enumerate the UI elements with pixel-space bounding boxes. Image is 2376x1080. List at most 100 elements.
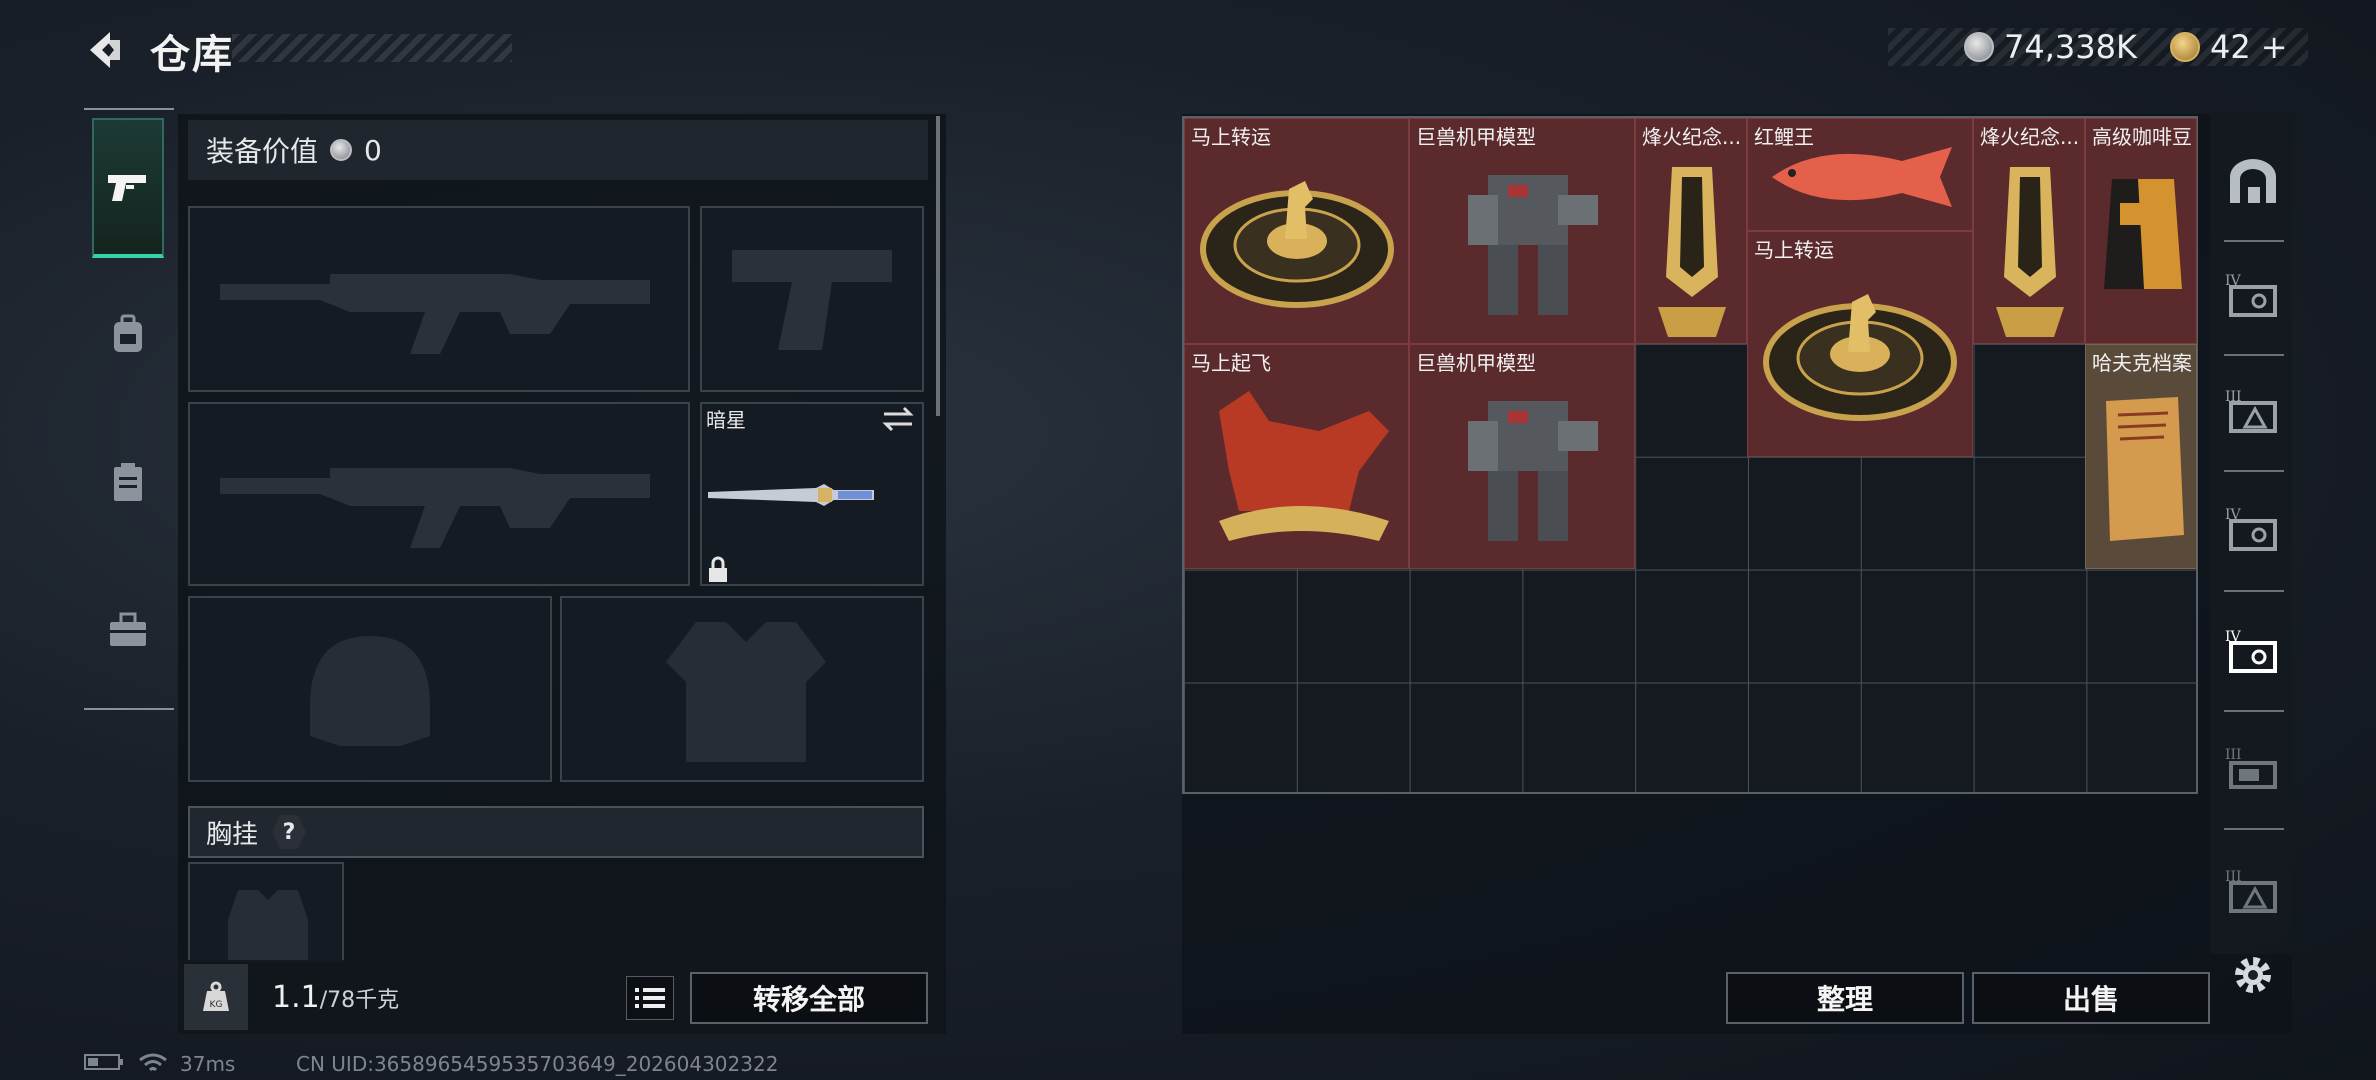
item-mech-model-2[interactable]: 巨兽机甲模型 <box>1409 344 1635 569</box>
item-haavk-dossier[interactable]: 哈夫克档案 <box>2085 344 2197 569</box>
coffee-bag-icon <box>2104 179 2182 289</box>
equipment-scrollbar[interactable] <box>936 116 940 416</box>
item-soaring-horse[interactable]: 马上起飞 <box>1184 344 1409 569</box>
item-premium-coffee[interactable]: 高级咖啡豆 <box>2085 118 2197 344</box>
toolbox-icon <box>110 612 146 646</box>
silver-currency: 74,338K <box>1964 28 2137 66</box>
silver-amount: 74,338K <box>2004 28 2137 66</box>
dossier-icon <box>2106 397 2184 541</box>
tab-storage-1[interactable]: IV <box>2218 240 2288 350</box>
back-button[interactable] <box>80 26 128 74</box>
nav-clipboard[interactable] <box>92 412 164 552</box>
sidenav-bottom-divider <box>84 708 174 710</box>
pistol-silhouette-icon <box>732 250 892 350</box>
knife-darkstar-icon <box>708 484 874 506</box>
storage-box-icon: III <box>2225 747 2277 789</box>
equipment-value-label: 装备价值 <box>206 135 319 168</box>
item-label: 马上起飞 <box>1191 351 1271 375</box>
horse-fortune-disc-icon <box>1763 294 1957 421</box>
weight-icon: KG <box>184 964 248 1030</box>
sidenav-top-divider <box>84 108 174 110</box>
sell-button[interactable]: 出售 <box>1972 972 2210 1024</box>
gold-currency[interactable]: 42 + <box>2170 28 2288 66</box>
settings-gear-icon[interactable] <box>2228 950 2278 1000</box>
nav-toolbox[interactable] <box>92 560 164 700</box>
storage-box-icon: IV <box>2225 273 2277 317</box>
weight-readout: 1.1/78千克 <box>272 980 399 1015</box>
tab-divider <box>2224 828 2284 830</box>
battery-icon <box>84 1052 124 1076</box>
item-red-carp[interactable]: 红鲤王 <box>1747 118 1973 231</box>
gold-amount: 42 <box>2210 28 2251 66</box>
gold-trophy-icon <box>1996 167 2064 337</box>
equipment-value-bar: 装备价值 0 <box>188 120 928 180</box>
item-label: 马上转运 <box>1754 238 1834 262</box>
rifle-silhouette-icon <box>220 274 650 354</box>
storage-box-icon: IV <box>2225 629 2277 673</box>
wifi-icon <box>138 1052 168 1079</box>
sidearm-slot[interactable] <box>700 206 924 392</box>
chest-rig-silhouette-icon <box>228 890 308 960</box>
item-mech-model-1[interactable]: 巨兽机甲模型 <box>1409 118 1635 344</box>
transfer-all-button[interactable]: 转移全部 <box>690 972 928 1024</box>
item-beacon-trophy-2[interactable]: 烽火纪念... <box>1973 118 2085 344</box>
secondary-weapon-slot[interactable] <box>188 402 690 586</box>
pistol-icon <box>108 175 146 201</box>
tab-storage-6[interactable]: III <box>2218 836 2288 946</box>
storage-box-icon: III <box>2225 389 2277 433</box>
helmet-silhouette-icon <box>310 636 430 746</box>
arch-storage-icon <box>2230 159 2276 203</box>
silver-coin-icon <box>1964 32 1994 62</box>
list-icon <box>635 988 665 1008</box>
tab-storage-3[interactable]: IV <box>2218 474 2288 584</box>
user-uid: CN UID:3658965459535703649_202604302322 <box>296 1052 779 1076</box>
tab-all-storage[interactable] <box>2218 126 2288 236</box>
nav-backpack[interactable] <box>92 264 164 404</box>
swap-icon[interactable] <box>880 404 916 434</box>
help-icon[interactable]: ? <box>272 815 307 849</box>
storage-box-icon: III <box>2225 869 2277 913</box>
backpack-icon <box>114 314 142 352</box>
vest-silhouette-icon <box>666 622 826 762</box>
mech-model-icon <box>1468 175 1598 315</box>
item-label: 巨兽机甲模型 <box>1416 351 1536 375</box>
weight-max: /78千克 <box>319 988 400 1013</box>
gold-coin-icon <box>2170 32 2200 62</box>
primary-weapon-slot[interactable] <box>188 206 690 392</box>
item-label: 烽火纪念... <box>1980 125 2080 149</box>
svg-text:III: III <box>2225 747 2242 763</box>
red-horse-statue-icon <box>1219 391 1389 541</box>
silver-coin-icon <box>330 139 353 161</box>
lock-icon <box>706 556 730 584</box>
item-label: 烽火纪念... <box>1642 125 1742 149</box>
item-horse-fortune-1[interactable]: 马上转运 <box>1184 118 1409 344</box>
helmet-slot[interactable] <box>188 596 552 782</box>
tab-storage-4-active[interactable]: IV <box>2218 596 2288 706</box>
add-gold-icon[interactable]: + <box>2261 28 2288 66</box>
page-title: 仓库 <box>150 32 234 78</box>
red-carp-icon <box>1772 147 1952 207</box>
title-decoration <box>232 34 512 62</box>
item-beacon-trophy-1[interactable]: 烽火纪念... <box>1635 118 1747 344</box>
melee-item-name: 暗星 <box>706 408 746 432</box>
chest-rig-label: 胸挂 <box>206 819 259 850</box>
nav-weapons[interactable] <box>92 118 164 258</box>
armor-slot[interactable] <box>560 596 924 782</box>
tab-divider <box>2224 590 2284 592</box>
item-horse-fortune-2[interactable]: 马上转运 <box>1747 231 1973 457</box>
back-arrow-icon <box>90 32 120 68</box>
tab-storage-5[interactable]: III <box>2218 714 2288 824</box>
tab-divider <box>2224 470 2284 472</box>
mech-model-icon <box>1468 401 1598 541</box>
item-label: 马上转运 <box>1191 125 1271 149</box>
tab-storage-2[interactable]: III <box>2218 356 2288 466</box>
weight-current: 1.1 <box>272 980 320 1015</box>
chest-rig-slot[interactable] <box>188 862 344 962</box>
horse-fortune-disc-icon <box>1200 181 1394 308</box>
chest-rig-bar: 胸挂 ? <box>188 806 924 858</box>
sort-button[interactable]: 整理 <box>1726 972 1964 1024</box>
list-view-button[interactable] <box>626 976 674 1020</box>
item-label: 高级咖啡豆 <box>2092 125 2192 149</box>
equipment-value: 0 <box>364 133 382 167</box>
clipboard-icon <box>114 463 142 501</box>
